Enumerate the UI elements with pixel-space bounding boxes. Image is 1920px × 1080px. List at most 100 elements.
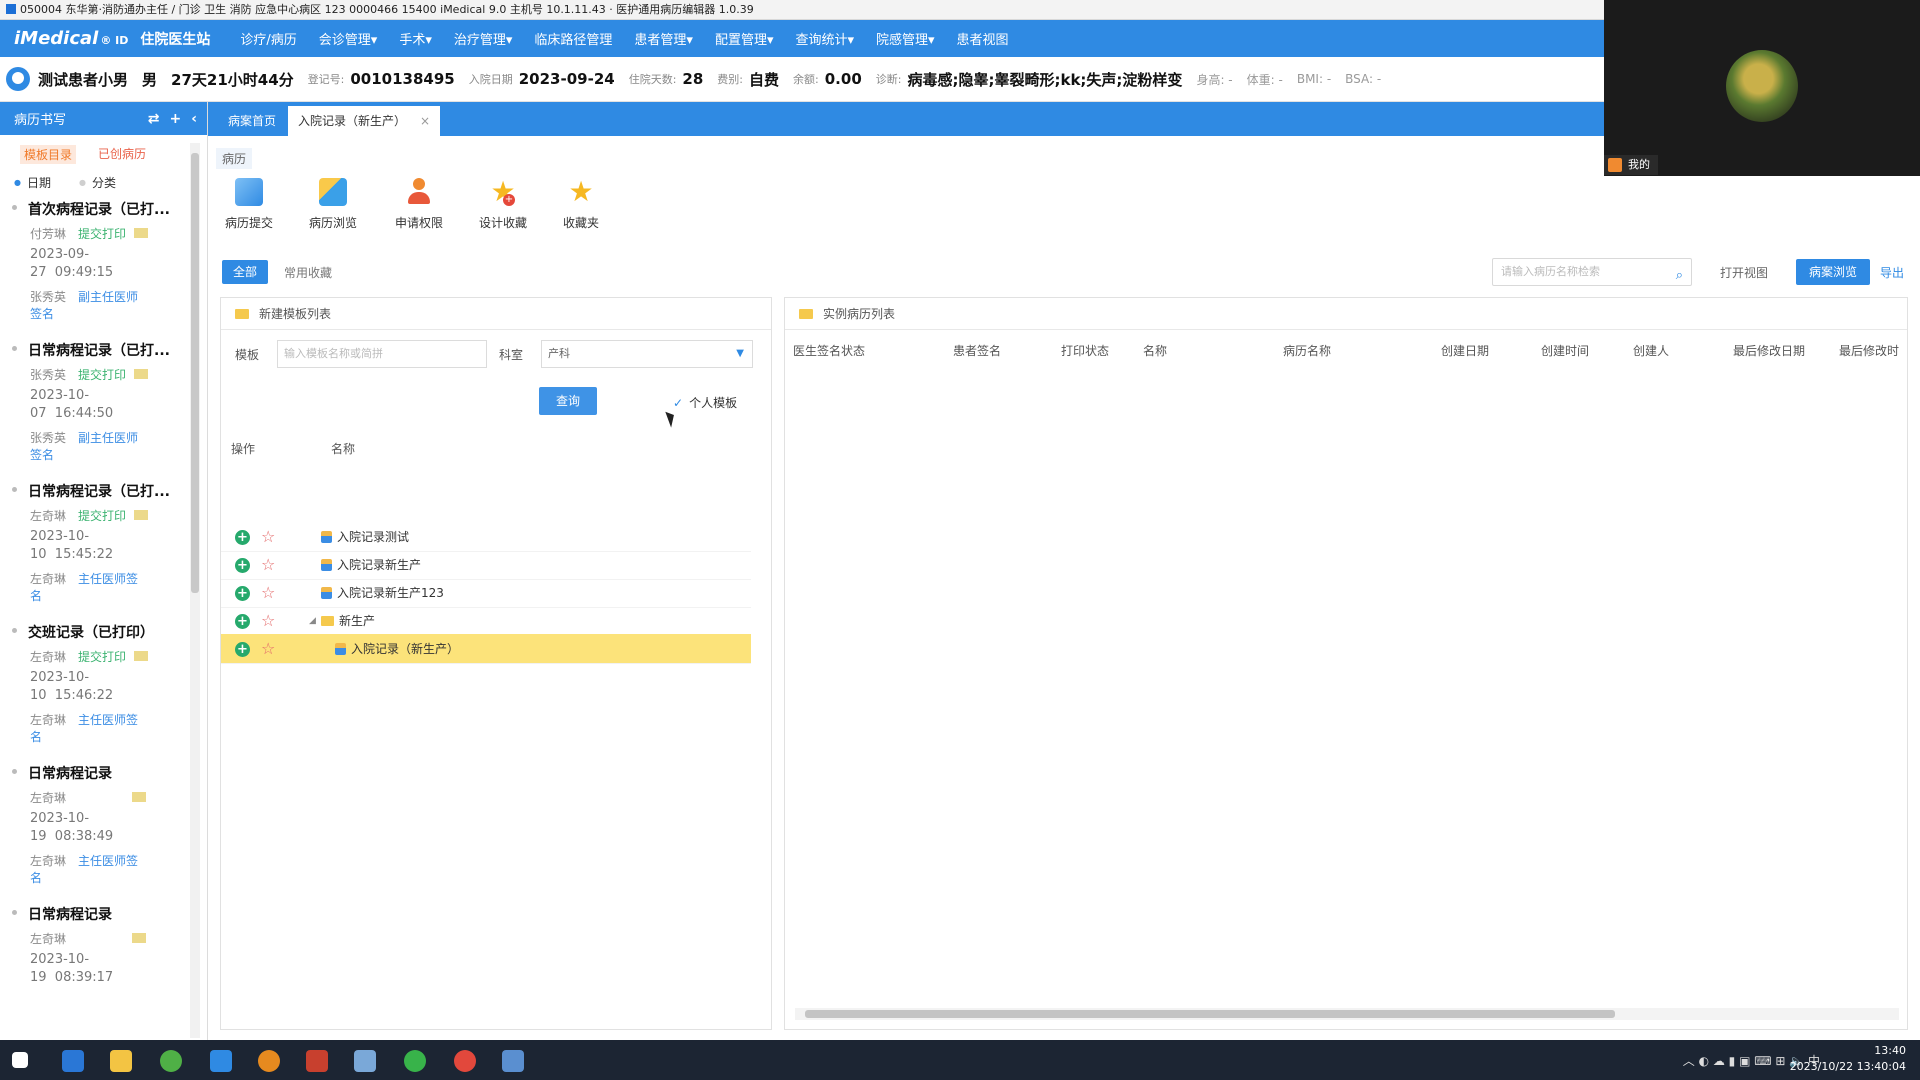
personal-template-checkbox[interactable]: ✓ 个人模板 (673, 394, 737, 411)
imedical-app-icon[interactable] (502, 1050, 524, 1072)
patient-avatar-icon[interactable] (6, 67, 30, 91)
app-green-icon[interactable] (160, 1050, 182, 1072)
record-signer: 左奇琳 主任医师签 (30, 713, 139, 727)
search-icon[interactable]: ⌕ (1676, 263, 1683, 289)
horizontal-scrollbar[interactable] (795, 1008, 1899, 1020)
window-title-bar: 050004 东华第·消防通办主任 / 门诊 卫生 消防 应急中心病区 123 … (0, 0, 1604, 20)
file-explorer-icon[interactable] (110, 1050, 132, 1072)
windows-start-icon[interactable] (12, 1052, 28, 1068)
record-item[interactable]: 日常病程记录 左奇琳 2023-10- 19 08:38:49 左奇琳 主任医师签… (0, 763, 207, 886)
app-blue-icon[interactable] (354, 1050, 376, 1072)
template-row[interactable]: + ☆ 入院记录新生产 (221, 550, 751, 580)
col-patient-sign[interactable]: 患者签名 (953, 342, 1001, 359)
star-outline-icon[interactable]: ☆ (261, 522, 275, 552)
record-item[interactable]: 交班记录（已打印） 左奇琳 提交打印 2023-10- 10 15:46:22 左… (0, 622, 207, 745)
radio-by-date[interactable]: 日期 (14, 174, 51, 191)
chrome-icon[interactable] (454, 1050, 476, 1072)
tab-created-records[interactable]: 已创病历 (98, 145, 146, 164)
participant-name: 我的 (1604, 155, 1658, 175)
menu-clinical-pathway[interactable]: 临床路径管理 (534, 29, 612, 48)
add-circle-icon[interactable]: + (235, 558, 250, 573)
star-outline-icon[interactable]: ☆ (261, 606, 275, 636)
radio-by-category[interactable]: 分类 (79, 174, 116, 191)
add-circle-icon[interactable]: + (235, 642, 250, 657)
menu-patient-management[interactable]: 患者管理▾ (634, 29, 693, 48)
record-date: 2023-10- 10 15:46:22 (30, 670, 114, 703)
request-permission-button[interactable]: 申请权限 (384, 178, 454, 231)
collapse-icon[interactable]: ‹ (191, 111, 197, 127)
template-list-panel: 新建模板列表 模板 输入模板名称或简拼 科室 产科 ▼ 查询 ✓ 个人模板 操作 名… (220, 297, 772, 1030)
star-outline-icon[interactable]: ☆ (261, 578, 275, 608)
template-search-input[interactable]: 输入模板名称或简拼 (277, 340, 487, 368)
star-outline-icon[interactable]: ☆ (261, 634, 275, 664)
video-call-overlay: 我的 (1604, 0, 1920, 176)
open-view-button[interactable]: 打开视图 (1720, 264, 1768, 281)
fee-label: 费别: (717, 73, 744, 86)
menu-patient-view[interactable]: 患者视图 (957, 29, 1009, 48)
menu-statistics[interactable]: 查询统计▾ (795, 29, 854, 48)
star-outline-icon[interactable]: ☆ (261, 550, 275, 580)
record-item[interactable]: 日常病程记录（已打... 张秀英 提交打印 2023-10- 07 16:44:5… (0, 340, 207, 463)
record-item[interactable]: 日常病程记录（已打... 左奇琳 提交打印 2023-10- 10 15:45:2… (0, 481, 207, 604)
col-print-status[interactable]: 打印状态 (1061, 342, 1109, 359)
sidebar-scrollbar[interactable] (190, 143, 200, 1038)
document-icon (321, 531, 332, 543)
add-circle-icon[interactable]: + (235, 614, 250, 629)
col-name[interactable]: 名称 (1143, 342, 1167, 359)
wechat-icon[interactable] (404, 1050, 426, 1072)
record-item[interactable]: 日常病程记录 左奇琳 2023-10- 19 08:39:17 (0, 904, 207, 987)
record-browse-button[interactable]: 病案浏览 (1796, 259, 1870, 285)
record-signer-cont: 名 (30, 730, 43, 744)
template-folder-row[interactable]: + ☆ ◢ 新生产 (221, 606, 751, 636)
browse-record-icon (319, 178, 347, 206)
search-app-icon[interactable] (258, 1050, 280, 1072)
favorites-button[interactable]: ★ 收藏夹 (546, 178, 616, 231)
template-table-header: 操作 名称 (231, 440, 761, 457)
menu-treatment[interactable]: 治疗管理▾ (454, 29, 513, 48)
app-red-icon[interactable] (306, 1050, 328, 1072)
col-create-time[interactable]: 创建时间 (1541, 342, 1589, 359)
template-row[interactable]: + ☆ 入院记录测试 (221, 522, 751, 552)
swap-icon[interactable]: ⇄ (148, 111, 160, 127)
design-favorite-button[interactable]: ★ + 设计收藏 (468, 178, 538, 231)
menu-surgery[interactable]: 手术▾ (399, 29, 432, 48)
col-last-modified-time[interactable]: 最后修改时 (1839, 342, 1899, 359)
expand-triangle-icon[interactable]: ◢ (309, 606, 316, 636)
add-circle-icon[interactable]: + (235, 586, 250, 601)
template-row-selected[interactable]: + ☆ 入院记录（新生产） (221, 634, 751, 664)
edge-icon[interactable] (62, 1050, 84, 1072)
filter-favorites[interactable]: 常用收藏 (284, 264, 332, 281)
tab-medical-record-home[interactable]: 病案首页 (218, 106, 286, 136)
menu-configuration[interactable]: 配置管理▾ (715, 29, 774, 48)
browse-record-button[interactable]: 病历浏览 (298, 178, 368, 231)
diagnosis-value: 病毒感;隐睾;睾裂畸形;kk;失声;淀粉样变 (907, 70, 1183, 89)
col-last-modified-date[interactable]: 最后修改日期 (1733, 342, 1805, 359)
menu-consultation[interactable]: 会诊管理▾ (319, 29, 378, 48)
add-circle-icon[interactable]: + (235, 530, 250, 545)
category-select[interactable]: 产科 ▼ (541, 340, 753, 368)
query-button[interactable]: 查询 (539, 387, 597, 415)
chevron-down-icon: ▼ (736, 348, 744, 359)
submit-record-button[interactable]: 病历提交 (214, 178, 284, 231)
tab-admission-record[interactable]: 入院记录（新生产） × (288, 106, 441, 136)
record-search-input[interactable]: 请输入病历名称检索 ⌕ (1492, 258, 1692, 286)
tag-icon (132, 933, 147, 943)
ie-icon[interactable] (210, 1050, 232, 1072)
app-logo: iMedical ® ID (14, 28, 129, 49)
col-creator[interactable]: 创建人 (1633, 342, 1669, 359)
ward-name[interactable]: 住院医生站 (140, 29, 210, 49)
tab-template-catalog[interactable]: 模板目录 (20, 145, 77, 164)
system-clock[interactable]: 13:40 2023/10/22 13:40:04 (1790, 1043, 1906, 1075)
col-record-name[interactable]: 病历名称 (1283, 342, 1331, 359)
record-item[interactable]: 首次病程记录（已打... 付芳琳 提交打印 2023-09- 27 09:49:1… (0, 199, 207, 322)
add-icon[interactable]: + (169, 111, 181, 127)
close-icon[interactable]: × (420, 114, 430, 128)
template-row[interactable]: + ☆ 入院记录新生产123 (221, 578, 751, 608)
col-create-date[interactable]: 创建日期 (1441, 342, 1489, 359)
menu-clinical[interactable]: 诊疗/病历 (240, 29, 296, 48)
col-doctor-sign[interactable]: 医生签名状态 (793, 342, 865, 359)
filter-all-button[interactable]: 全部 (222, 260, 268, 284)
export-button[interactable]: 导出 (1880, 264, 1904, 281)
subtab-record[interactable]: 病历 (216, 148, 253, 169)
menu-infection[interactable]: 院感管理▾ (876, 29, 935, 48)
